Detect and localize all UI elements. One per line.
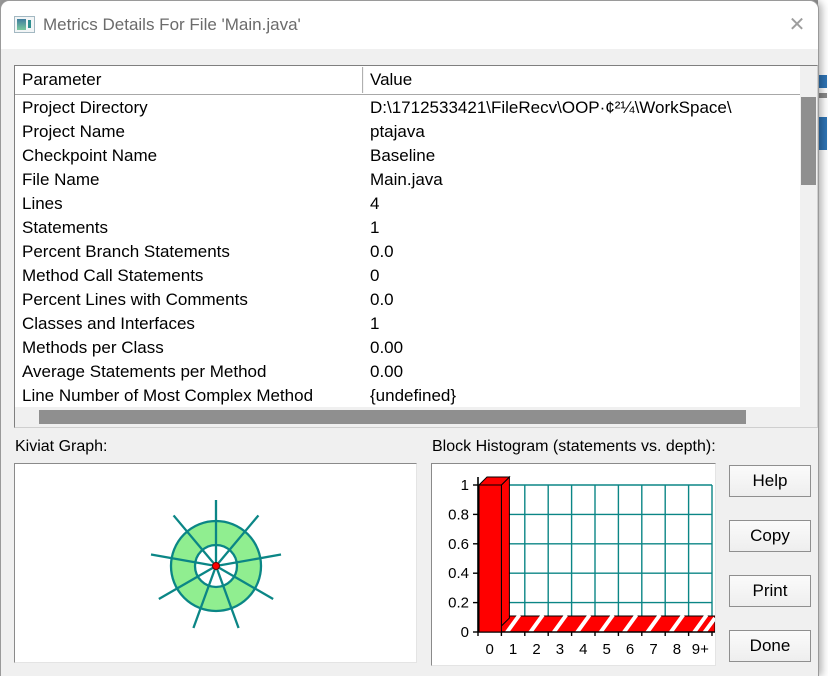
x-tick-label: 6 <box>626 641 634 658</box>
x-tick-label: 7 <box>649 641 657 658</box>
parameter-cell: Methods per Class <box>22 338 164 357</box>
table-row[interactable]: Checkpoint Name Baseline <box>15 144 800 168</box>
x-tick-label: 0 <box>486 641 494 658</box>
parameter-cell: Percent Lines with Comments <box>22 290 248 309</box>
parameter-cell: Classes and Interfaces <box>22 314 195 333</box>
value-cell: 4 <box>370 194 380 213</box>
kiviat-graph-label: Kiviat Graph: <box>15 438 108 455</box>
y-tick-label: 1 <box>461 477 469 494</box>
y-tick-label: 0 <box>461 624 469 641</box>
value-cell: ptajava <box>370 122 425 141</box>
parameter-cell: Project Name <box>22 122 125 141</box>
table-row[interactable]: Project Name ptajava <box>15 120 800 144</box>
value-cell: 0.00 <box>370 362 404 381</box>
table-row[interactable]: Percent Lines with Comments 0.0 <box>15 288 800 312</box>
kiviat-graph-panel <box>14 463 417 663</box>
x-tick-label: 1 <box>509 641 517 658</box>
parameter-cell: Line Number of Most Complex Method <box>22 386 314 405</box>
value-cell: Main.java <box>370 170 443 189</box>
table-row[interactable]: Statements 1 <box>15 216 800 240</box>
parameter-cell: File Name <box>22 170 100 189</box>
vertical-scrollbar-thumb[interactable] <box>801 97 816 185</box>
close-icon: ✕ <box>788 14 806 36</box>
parameter-cell: Project Directory <box>22 98 148 117</box>
value-cell: 1 <box>370 314 380 333</box>
x-tick-label: 9+ <box>692 641 709 658</box>
table-header: Parameter Value <box>15 66 800 95</box>
table-row[interactable]: Method Call Statements 0 <box>15 264 800 288</box>
column-header-parameter[interactable]: Parameter <box>22 66 101 94</box>
table-row[interactable]: Average Statements per Method 0.00 <box>15 360 800 384</box>
y-tick-label: 0.2 <box>448 595 469 612</box>
table-row[interactable]: Lines 4 <box>15 192 800 216</box>
column-separator[interactable] <box>362 67 364 93</box>
x-tick-label: 8 <box>673 641 681 658</box>
metrics-details-dialog: Metrics Details For File 'Main.java' ✕ P… <box>0 0 819 676</box>
copy-button[interactable]: Copy <box>729 520 811 552</box>
histogram-bar-side <box>500 475 510 628</box>
value-cell: 1 <box>370 218 380 237</box>
background-blue-item <box>819 117 827 150</box>
block-histogram-panel: 0 0.2 0.4 0.6 0.8 1 0 1 2 3 4 5 6 7 8 9+ <box>431 463 716 666</box>
table-row[interactable]: Classes and Interfaces 1 <box>15 312 800 336</box>
value-cell: {undefined} <box>370 386 457 405</box>
table-rows: Project Directory D:\1712533421\FileRecv\… <box>15 96 800 407</box>
title-bar: Metrics Details For File 'Main.java' ✕ <box>1 1 818 49</box>
column-header-value[interactable]: Value <box>370 66 412 94</box>
block-histogram-label: Block Histogram (statements vs. depth): <box>432 438 716 455</box>
horizontal-scrollbar-thumb[interactable] <box>39 410 746 424</box>
parameter-cell: Method Call Statements <box>22 266 204 285</box>
table-row[interactable]: File Name Main.java <box>15 168 800 192</box>
help-button[interactable]: Help <box>729 465 811 497</box>
y-tick-label: 0.8 <box>448 506 469 523</box>
background-gray-item <box>819 93 827 98</box>
kiviat-graph <box>150 500 282 629</box>
x-tick-label: 5 <box>603 641 611 658</box>
y-tick-label: 0.4 <box>448 565 469 582</box>
parameter-cell: Average Statements per Method <box>22 362 267 381</box>
parameter-cell: Checkpoint Name <box>22 146 158 165</box>
table-row[interactable]: Project Directory D:\1712533421\FileRecv\… <box>15 96 800 120</box>
value-cell: 0.0 <box>370 242 394 261</box>
background-window-sliver <box>818 0 828 676</box>
horizontal-scrollbar[interactable] <box>15 407 800 427</box>
table-row[interactable]: Methods per Class 0.00 <box>15 336 800 360</box>
block-histogram-chart: 00.20.40.60.810 1 2 3 4 5 6 7 8 9+ <box>448 475 715 658</box>
x-tick-label: 3 <box>556 641 564 658</box>
histogram-bar <box>478 484 502 633</box>
background-blue-item <box>819 75 827 88</box>
print-button[interactable]: Print <box>729 575 811 607</box>
close-button[interactable]: ✕ <box>780 9 814 41</box>
screenshot-canvas: Metrics Details For File 'Main.java' ✕ P… <box>0 0 828 676</box>
parameter-cell: Lines <box>22 194 63 213</box>
value-cell: 0 <box>370 266 380 285</box>
vertical-scrollbar[interactable] <box>800 66 817 427</box>
parameter-cell: Percent Branch Statements <box>22 242 230 261</box>
x-tick-label: 4 <box>579 641 587 658</box>
value-cell: 0.00 <box>370 338 404 357</box>
dialog-title: Metrics Details For File 'Main.java' <box>43 15 301 34</box>
kiviat-center-dot <box>212 562 220 570</box>
table-row[interactable]: Percent Branch Statements 0.0 <box>15 240 800 264</box>
app-window-icon <box>14 16 35 33</box>
y-tick-label: 0.6 <box>448 536 469 553</box>
metrics-table: Parameter Value Project Directory D:\1712… <box>14 65 818 428</box>
parameter-cell: Statements <box>22 218 108 237</box>
value-cell: 0.0 <box>370 290 394 309</box>
table-row[interactable]: Line Number of Most Complex Method {undef… <box>15 384 800 407</box>
value-cell: Baseline <box>370 146 436 165</box>
value-cell: D:\1712533421\FileRecv\OOP·¢²¼\WorkSpace… <box>370 98 732 117</box>
done-button[interactable]: Done <box>729 630 811 662</box>
x-tick-label: 2 <box>532 641 540 658</box>
